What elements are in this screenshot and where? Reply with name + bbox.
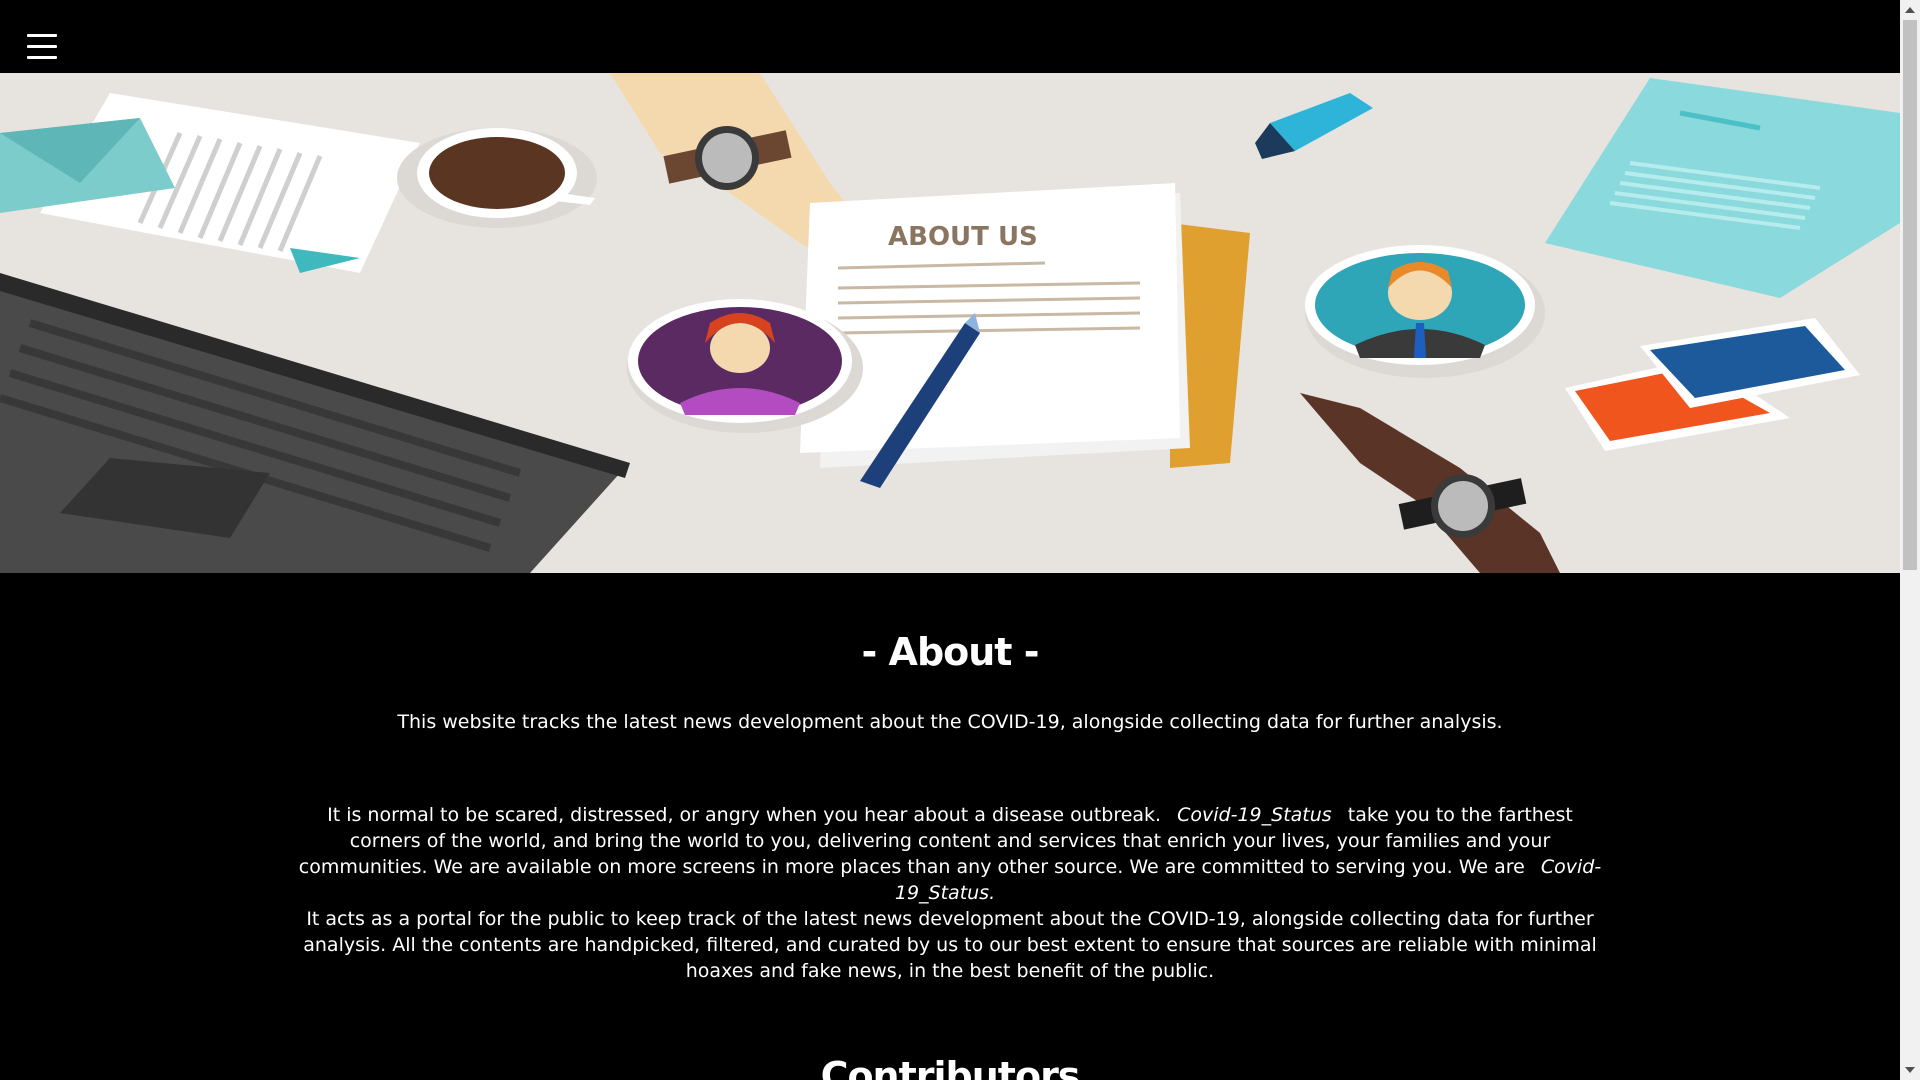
scroll-up-arrow-icon[interactable]	[1905, 7, 1915, 13]
hero-banner-image: ABOUT US	[0, 73, 1900, 573]
about-us-document: ABOUT US	[800, 183, 1250, 468]
contributors-heading: Contributors	[820, 1054, 1081, 1080]
about-paragraph-1-start: It is normal to be scared, distressed, o…	[327, 804, 1162, 826]
page-scrollbar[interactable]	[1900, 0, 1920, 1080]
coffee-cup-illustration	[397, 128, 597, 228]
brand-name: Covid-19_Status	[1177, 804, 1332, 826]
page: ABOUT US - About - This website tracks t…	[0, 0, 1900, 1080]
top-navbar	[0, 0, 1900, 73]
about-body-text: It is normal to be scared, distressed, o…	[290, 802, 1610, 984]
scrollbar-thumb[interactable]	[1903, 20, 1917, 570]
about-heading: - About -	[861, 630, 1040, 674]
hamburger-menu-icon[interactable]	[27, 34, 57, 64]
scroll-down-arrow-icon[interactable]	[1905, 1067, 1915, 1073]
about-paragraph-2: It acts as a portal for the public to ke…	[303, 908, 1597, 982]
about-us-sign: ABOUT US	[888, 222, 1038, 252]
about-intro-text: This website tracks the latest news deve…	[397, 711, 1503, 733]
